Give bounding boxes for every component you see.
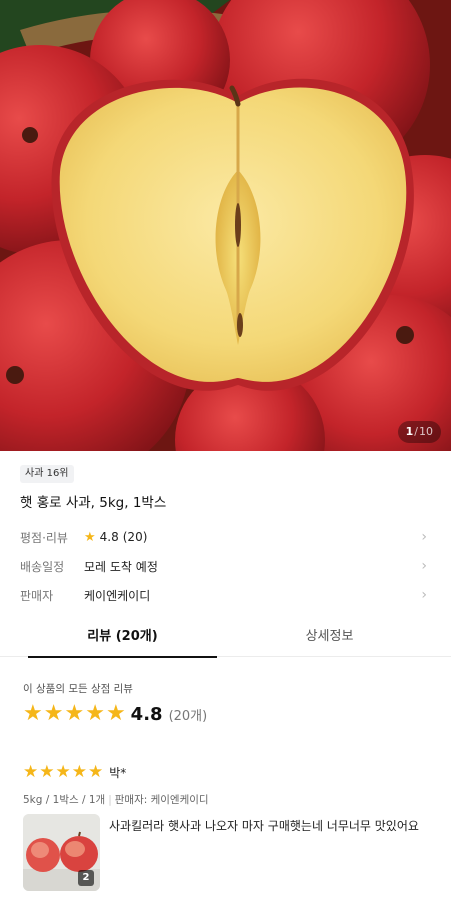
review-meta: 5kg / 1박스 / 1개 | 판매자: 케이엔케이디 — [23, 792, 209, 807]
delivery-value: 모레 도착 예정 — [84, 559, 158, 574]
star-icon: ★ — [105, 701, 126, 726]
rating-row[interactable]: 평점·리뷰 ★ 4.8 (20) › — [20, 527, 431, 547]
image-counter-current: 1 — [405, 425, 414, 438]
seller-label: 판매자 — [20, 588, 54, 603]
rating-score: 4.8 — [99, 530, 119, 544]
apple-photo — [0, 0, 451, 451]
rank-badge[interactable]: 사과 16위 — [20, 465, 74, 483]
product-image-gallery[interactable]: 1/10 — [0, 0, 451, 451]
review-seller: 판매자: 케이엔케이디 — [114, 794, 209, 806]
rating-value-group: ★ 4.8 (20) — [84, 530, 147, 544]
review-header: ★ ★ ★ ★ ★ 박* — [23, 762, 126, 782]
image-counter-total: 10 — [419, 425, 433, 438]
tab-reviews[interactable]: 리뷰 (20개) — [28, 618, 217, 658]
delivery-row[interactable]: 배송일정 모레 도착 예정 › — [20, 556, 431, 576]
review-summary-caption: 이 상품의 모든 상점 리뷰 — [23, 683, 133, 695]
photo-count-badge: 2 — [78, 870, 94, 886]
star-icon: ★ — [85, 701, 105, 726]
tab-details[interactable]: 상세정보 — [235, 618, 424, 657]
seller-value: 케이엔케이디 — [84, 588, 151, 603]
star-icon: ★ — [84, 529, 96, 545]
review-summary-score: 4.8 — [130, 703, 163, 725]
star-icon: ★ — [71, 761, 87, 782]
rating-label: 평점·리뷰 — [20, 530, 68, 545]
star-icon: ★ — [43, 701, 64, 726]
reviewer-name: 박* — [109, 765, 127, 780]
review-option: 5kg / 1박스 / 1개 — [23, 794, 106, 806]
chevron-right-icon: › — [421, 558, 427, 574]
content-tabs: 리뷰 (20개) 상세정보 — [0, 618, 451, 658]
delivery-label: 배송일정 — [20, 559, 65, 574]
product-title: 햇 홍로 사과, 5kg, 1박스 — [20, 495, 167, 511]
review-summary: ★ ★ ★ ★ ★ 4.8 (20개) — [23, 702, 207, 726]
review-text: 사과킬러라 햇사과 나오자 마자 구매햇는네 너무너무 맛있어요 — [109, 819, 419, 833]
star-icon: ★ — [64, 701, 85, 726]
chevron-right-icon: › — [421, 529, 427, 545]
star-icon: ★ — [23, 761, 39, 782]
image-counter-separator: / — [414, 425, 418, 438]
star-icon: ★ — [39, 761, 55, 782]
review-summary-count: (20개) — [168, 708, 208, 724]
chevron-right-icon: › — [421, 587, 427, 603]
meta-divider: | — [108, 794, 112, 806]
image-counter: 1/10 — [397, 421, 441, 443]
star-icon: ★ — [23, 701, 43, 726]
star-icon: ★ — [88, 761, 104, 782]
review-photo[interactable]: 2 — [23, 814, 100, 891]
seller-row[interactable]: 판매자 케이엔케이디 › — [20, 585, 431, 605]
rating-count: (20) — [122, 530, 148, 544]
star-icon: ★ — [55, 761, 71, 782]
